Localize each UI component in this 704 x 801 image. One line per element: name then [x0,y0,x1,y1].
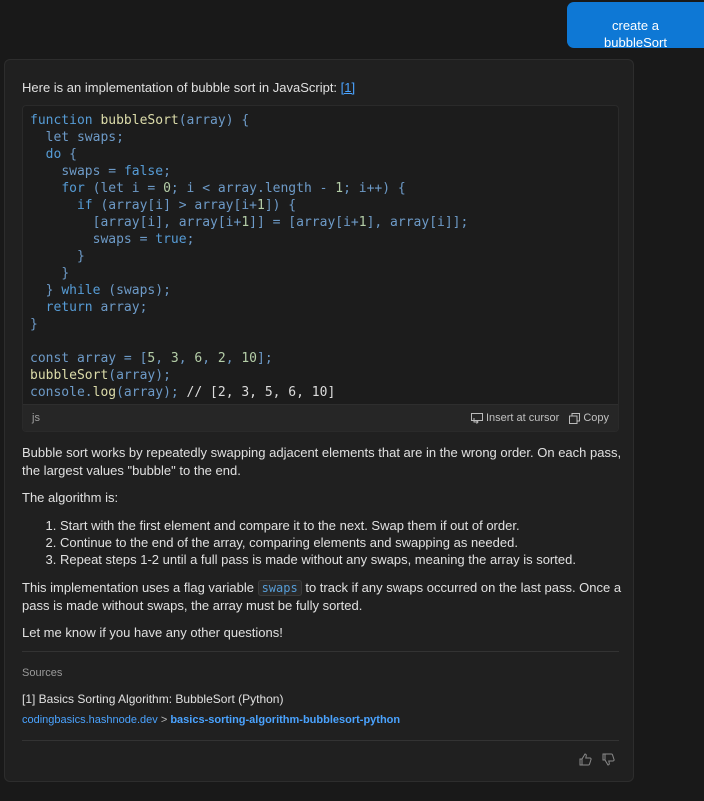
source-link[interactable]: codingbasics.hashnode.dev > basics-sorti… [22,714,400,726]
sources-title: Sources [22,667,63,679]
copy-icon [569,412,581,424]
user-message-text: create a bubbleSort [604,18,667,50]
code-content[interactable]: function bubbleSort(array) { let swaps; … [30,112,468,401]
flag-paragraph-start: This implementation uses a flag variable [22,580,254,595]
flag-paragraph: This implementation uses a flag variable… [22,579,622,615]
thumbs-down-icon[interactable] [602,753,615,771]
list-item: Start with the first element and compare… [60,517,576,534]
citation-link[interactable]: [1] [341,80,355,95]
copy-button[interactable]: Copy [569,412,609,424]
thumbs-up-icon[interactable] [579,753,592,771]
explanation-paragraph: Bubble sort works by repeatedly swapping… [22,445,622,478]
source-domain: codingbasics.hashnode.dev [22,714,158,726]
list-item: Continue to the end of the array, compar… [60,534,576,551]
assistant-reply-card: Here is an implementation of bubble sort… [4,59,634,782]
source-reference: [1] Basics Sorting Algorithm: BubbleSort… [22,692,284,706]
algorithm-heading: The algorithm is: [22,490,119,505]
reply-intro-text: Here is an implementation of bubble sort… [22,80,338,95]
algorithm-steps-list: Start with the first element and compare… [38,517,576,568]
code-toolbar: js Insert at cursor Copy [23,404,618,431]
feedback-bar [579,753,615,771]
list-item: Repeat steps 1-2 until a full pass is ma… [60,551,576,568]
code-block: function bubbleSort(array) { let swaps; … [22,105,619,432]
insert-at-cursor-label: Insert at cursor [485,412,560,424]
reply-intro: Here is an implementation of bubble sort… [22,80,355,95]
source-separator: > [160,714,168,726]
sources-divider [22,651,619,652]
inline-code-swaps: swaps [257,580,302,596]
source-path: basics-sorting-algorithm-bubblesort-pyth… [170,714,401,726]
code-language-label: js [32,412,40,424]
user-message-bubble: create a bubbleSort [567,2,704,50]
closing-paragraph: Let me know if you have any other questi… [22,625,283,640]
insert-at-cursor-button[interactable]: Insert at cursor [470,412,560,424]
insert-at-cursor-icon [470,412,483,424]
feedback-divider [22,740,619,741]
copy-label: Copy [583,412,609,424]
